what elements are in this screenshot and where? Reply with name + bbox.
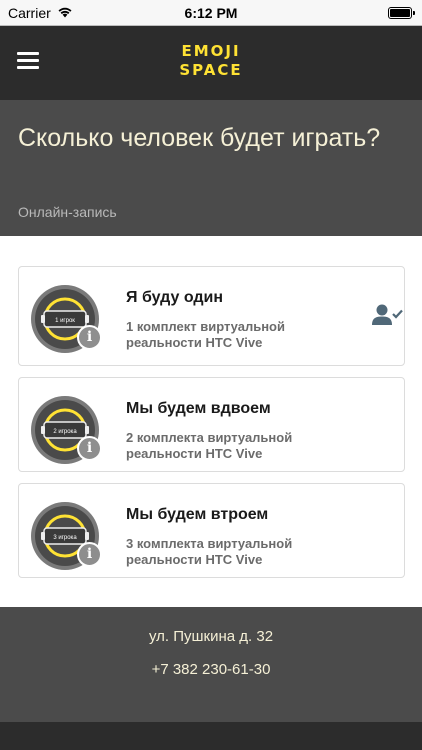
badge-label: 3 игрока	[53, 535, 77, 541]
footer-address: ул. Пушкина д. 32	[148, 628, 274, 645]
status-bar: Carrier 6:12 PM	[0, 0, 422, 26]
option-card-one-player[interactable]: 1 игрок i Я буду один 1 комплект виртуал…	[18, 266, 405, 366]
user-check-icon	[372, 304, 403, 325]
nav-bar: EMOJI SPACE	[0, 26, 422, 100]
bottom-bar	[0, 722, 422, 750]
badge-label: 2 игрока	[53, 429, 77, 435]
option-description: 2 комплекта виртуальной реальности HTC V…	[126, 430, 293, 461]
battery-icon	[388, 7, 415, 19]
logo-line-2: SPACE	[179, 61, 243, 79]
footer-phone-link[interactable]: +7 382 230-61-30	[0, 661, 422, 678]
option-description: 3 комплекта виртуальной реальности HTC V…	[126, 536, 293, 567]
option-card-two-players[interactable]: 2 игрока i Мы будем вдвоем 2 комплекта в…	[18, 377, 405, 472]
badge-label: 1 игрок	[55, 318, 75, 324]
page-title: Сколько человек будет играть?	[18, 124, 381, 152]
option-description: 1 комплект виртуальной реальности HTC Vi…	[126, 319, 285, 350]
player-count-options: 1 игрок i Я буду один 1 комплект виртуал…	[18, 266, 405, 589]
option-card-three-players[interactable]: 3 игрока i Мы будем втроем 3 комплекта в…	[18, 483, 405, 578]
info-icon[interactable]: i	[77, 542, 102, 567]
info-icon[interactable]: i	[77, 436, 102, 461]
option-title: Я буду один	[126, 289, 224, 306]
option-title: Мы будем вдвоем	[126, 400, 271, 417]
logo-line-1: EMOJI	[181, 42, 241, 60]
option-title: Мы будем втроем	[126, 506, 269, 523]
clock-time: 6:12 PM	[184, 5, 238, 21]
footer: ул. Пушкина д. 32 +7 382 230-61-30	[0, 607, 422, 722]
page-subtitle: Онлайн-запись	[18, 204, 117, 220]
page-header: Сколько человек будет играть? Онлайн-зап…	[0, 100, 422, 236]
info-icon[interactable]: i	[77, 325, 102, 350]
app-logo: EMOJI SPACE	[0, 42, 422, 80]
